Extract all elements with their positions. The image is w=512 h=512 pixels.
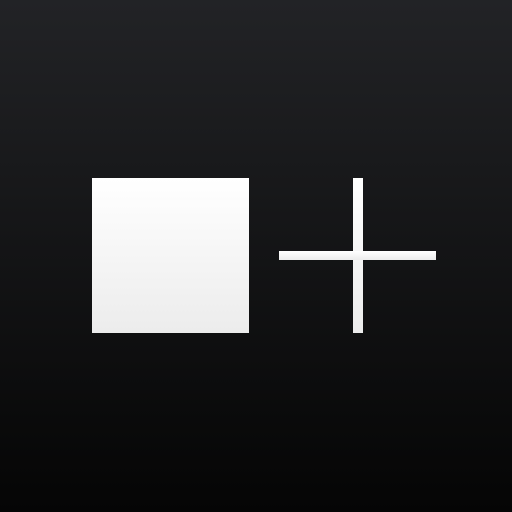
app-icon — [0, 0, 512, 512]
plus-icon-horizontal-bar — [279, 251, 436, 260]
square-icon — [92, 178, 249, 333]
app-icon-artwork — [0, 0, 512, 512]
